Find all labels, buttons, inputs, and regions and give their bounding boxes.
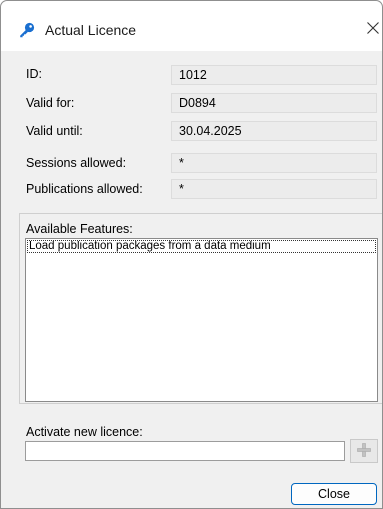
id-label: ID:	[26, 67, 42, 81]
list-item[interactable]: Load publication packages from a data me…	[27, 240, 376, 253]
valid-for-label: Valid for:	[26, 96, 75, 110]
close-button[interactable]: Close	[291, 483, 377, 505]
valid-for-field: D0894	[171, 93, 377, 113]
licence-dialog: Actual Licence ID: 1012 Valid for: D0894…	[0, 0, 383, 509]
add-licence-button[interactable]	[350, 439, 378, 463]
window-title: Actual Licence	[45, 22, 137, 38]
valid-until-field: 30.04.2025	[171, 121, 377, 141]
close-icon[interactable]	[367, 22, 379, 34]
sessions-allowed-field: *	[171, 153, 377, 173]
activate-licence-label: Activate new licence:	[26, 425, 143, 439]
publications-allowed-field: *	[171, 179, 377, 199]
sessions-allowed-label: Sessions allowed:	[26, 156, 127, 170]
valid-until-label: Valid until:	[26, 124, 83, 138]
publications-allowed-label: Publications allowed:	[26, 182, 143, 196]
key-icon	[19, 22, 35, 38]
licence-key-input[interactable]	[25, 441, 345, 461]
title-bar: Actual Licence	[1, 1, 382, 51]
id-field: 1012	[171, 65, 377, 85]
features-list[interactable]: Load publication packages from a data me…	[25, 238, 378, 402]
features-label: Available Features:	[26, 222, 133, 236]
plus-icon	[357, 442, 371, 460]
